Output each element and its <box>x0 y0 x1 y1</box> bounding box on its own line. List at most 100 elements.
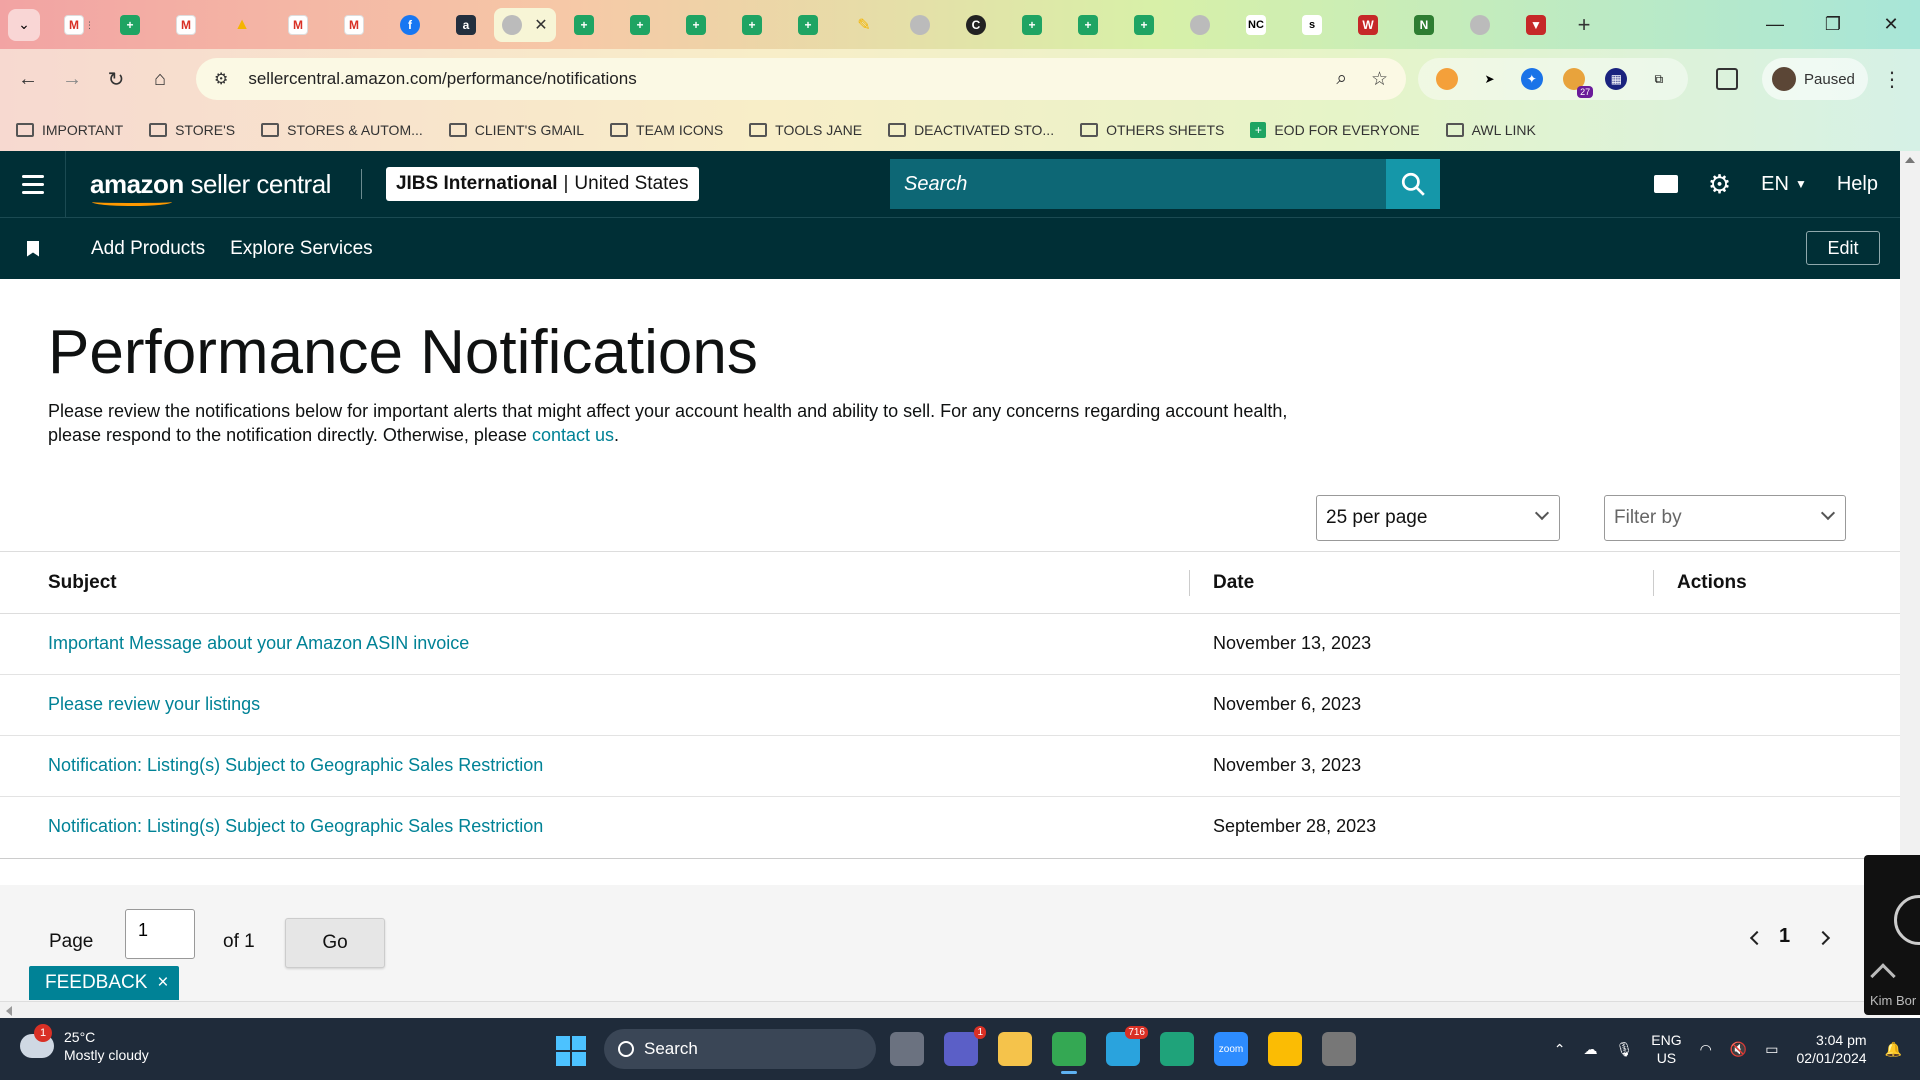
close-tab-icon[interactable]: ✕ <box>534 15 547 35</box>
scroll-left-icon[interactable] <box>6 1006 12 1016</box>
forward-arrow-icon[interactable]: → <box>50 57 94 101</box>
close-window-icon[interactable]: ✕ <box>1862 0 1920 49</box>
chevron-left-icon[interactable] <box>1749 930 1765 946</box>
browser-tab-c[interactable]: C <box>948 8 1004 42</box>
browser-tab-amazon[interactable]: a <box>438 8 494 42</box>
browser-tab-gmail[interactable]: M <box>270 8 326 42</box>
browser-tab-ww[interactable]: W <box>1340 8 1396 42</box>
browser-tab-sheets[interactable]: + <box>724 8 780 42</box>
floating-video-widget[interactable]: Kim Bor <box>1864 855 1920 1015</box>
input-language[interactable]: ENG US <box>1651 1031 1681 1067</box>
search-button[interactable] <box>1386 159 1440 209</box>
mail-icon[interactable] <box>1653 175 1678 193</box>
side-panel-icon[interactable] <box>1716 68 1738 90</box>
extension-blue-icon[interactable]: ✦ <box>1520 68 1543 90</box>
bookmark-item[interactable]: + EOD FOR EVERYONE <box>1250 122 1420 138</box>
go-button[interactable]: Go <box>285 918 385 968</box>
bookmark-item[interactable]: TOOLS JANE <box>749 122 862 138</box>
browser-tab-generic[interactable] <box>892 8 948 42</box>
current-page[interactable]: 1 <box>1779 925 1790 948</box>
chrome-menu-icon[interactable]: ⋮ <box>1882 67 1902 92</box>
extension-arrow-icon[interactable]: ➤ <box>1478 68 1500 90</box>
profile-button[interactable]: Paused <box>1762 58 1868 100</box>
browser-tab-active[interactable]: ✕ <box>494 7 556 42</box>
seller-central-logo[interactable]: amazon seller central <box>90 169 331 206</box>
browser-tab-walmart[interactable] <box>1452 8 1508 42</box>
bookmark-item[interactable]: IMPORTANT <box>16 122 123 138</box>
reload-icon[interactable]: ↻ <box>94 57 138 101</box>
browser-tab-tool[interactable]: ✎ <box>836 8 892 42</box>
help-link[interactable]: Help <box>1837 173 1878 196</box>
browser-tab-sheets[interactable]: + <box>1004 8 1060 42</box>
tab-search-chevron-icon[interactable]: ⌄ <box>8 8 40 41</box>
bookmark-item[interactable]: STORE'S <box>149 122 235 138</box>
account-switcher[interactable]: JIBS International | United States <box>385 167 699 201</box>
per-page-select[interactable]: 25 per page <box>1316 495 1560 541</box>
notification-bell-icon[interactable]: 🔔 <box>1885 1041 1902 1058</box>
task-view-icon[interactable] <box>890 1032 924 1066</box>
browser-tab-gmail[interactable]: M <box>326 8 382 42</box>
browser-tab-gmail[interactable]: M <box>158 8 214 42</box>
notification-subject-link[interactable]: Notification: Listing(s) Subject to Geog… <box>48 816 543 837</box>
browser-tab-generic[interactable] <box>1172 8 1228 42</box>
notification-subject-link[interactable]: Notification: Listing(s) Subject to Geog… <box>48 755 543 776</box>
browser-tab-sheets[interactable]: + <box>556 8 612 42</box>
bookmark-icon[interactable] <box>27 240 39 257</box>
browser-tab-gmail[interactable]: M ⋮ <box>46 8 102 42</box>
chrome-profile-icon[interactable] <box>1268 1032 1302 1066</box>
telegram-icon[interactable]: 716 <box>1106 1026 1148 1066</box>
calculator-icon[interactable] <box>1322 1032 1356 1066</box>
bookmark-item[interactable]: TEAM ICONS <box>610 122 723 138</box>
file-explorer-icon[interactable] <box>998 1032 1032 1066</box>
bookmark-item[interactable]: AWL LINK <box>1445 122 1536 138</box>
bookmark-item[interactable]: DEACTIVATED STO... <box>888 122 1054 138</box>
notification-subject-link[interactable]: Important Message about your Amazon ASIN… <box>48 633 469 654</box>
scroll-up-icon[interactable] <box>1905 157 1915 163</box>
zoom-icon[interactable]: ⌕ <box>1336 68 1347 91</box>
gear-icon[interactable]: ⚙ <box>1708 169 1731 200</box>
browser-tab-facebook[interactable]: f <box>382 8 438 42</box>
clock[interactable]: 3:04 pm 02/01/2024 <box>1796 1031 1866 1067</box>
browser-tab-sheets[interactable]: + <box>102 8 158 42</box>
browser-tab-sheets[interactable]: + <box>1116 8 1172 42</box>
close-icon[interactable]: × <box>157 972 168 994</box>
extension-folder-icon[interactable]: 27 <box>1563 68 1594 98</box>
browser-tab-red[interactable]: ▼ <box>1508 8 1564 42</box>
filter-select[interactable]: Filter by <box>1604 495 1846 541</box>
weather-widget[interactable]: 1 25°C Mostly cloudy <box>20 1024 149 1064</box>
hamburger-menu-icon[interactable] <box>0 151 66 217</box>
chevron-right-icon[interactable] <box>1815 930 1831 946</box>
browser-tab-drive[interactable]: ▲ <box>214 8 270 42</box>
nav-explore-services[interactable]: Explore Services <box>230 238 373 260</box>
teams-icon[interactable]: 1 <box>944 1026 986 1066</box>
minimize-icon[interactable]: — <box>1746 0 1804 49</box>
feedback-button[interactable]: FEEDBACK × <box>29 966 179 1000</box>
wifi-icon[interactable]: ◠ <box>1700 1041 1712 1058</box>
search-input[interactable]: Search <box>890 173 1386 196</box>
chevron-up-icon[interactable]: ⌃ <box>1554 1041 1566 1058</box>
contact-us-link[interactable]: contact us <box>532 425 614 445</box>
browser-tab-sheets[interactable]: + <box>780 8 836 42</box>
extension-orange-icon[interactable] <box>1436 68 1459 90</box>
horizontal-scrollbar[interactable] <box>0 1001 1900 1018</box>
onedrive-cloud-icon[interactable]: ☁ <box>1583 1041 1597 1058</box>
site-settings-icon[interactable]: ⚙ <box>214 69 228 89</box>
edge-icon[interactable] <box>1160 1032 1194 1066</box>
page-number-input[interactable]: 1 <box>125 909 195 959</box>
extension-grid-icon[interactable]: ▦ <box>1605 68 1628 90</box>
nav-add-products[interactable]: Add Products <box>91 238 205 260</box>
language-selector[interactable]: EN ▼ <box>1761 173 1807 196</box>
browser-tab-nc[interactable]: NC <box>1228 8 1284 42</box>
bookmark-star-icon[interactable]: ☆ <box>1371 68 1388 91</box>
edit-button[interactable]: Edit <box>1806 231 1880 265</box>
volume-muted-icon[interactable]: 🔇 <box>1730 1041 1747 1058</box>
microphone-icon[interactable]: 🎙 <box>1615 1041 1633 1058</box>
notification-subject-link[interactable]: Please review your listings <box>48 694 260 715</box>
bookmark-item[interactable]: CLIENT'S GMAIL <box>448 122 584 138</box>
address-bar[interactable]: ⚙ sellercentral.amazon.com/performance/n… <box>196 58 1406 100</box>
bookmark-item[interactable]: STORES & AUTOM... <box>261 122 423 138</box>
taskbar-search[interactable]: Search <box>604 1029 876 1069</box>
browser-tab-sheets[interactable]: + <box>1060 8 1116 42</box>
browser-tab-sheets[interactable]: + <box>612 8 668 42</box>
zoom-icon[interactable]: zoom <box>1214 1032 1248 1066</box>
